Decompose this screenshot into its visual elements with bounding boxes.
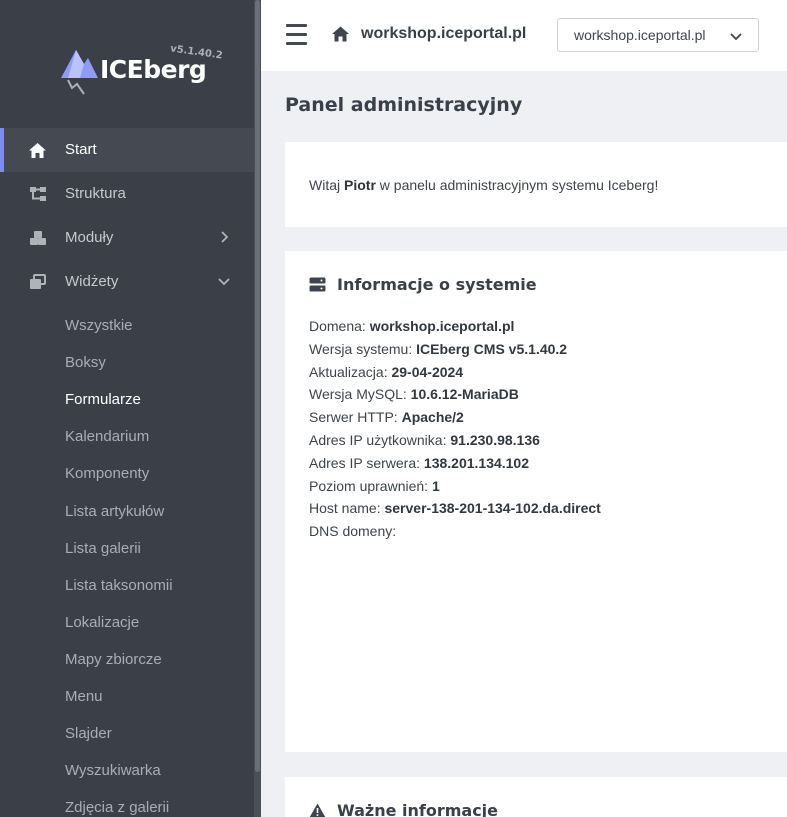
site-select-value: workshop.iceportal.pl: [574, 27, 706, 43]
submenu-item-menu[interactable]: Menu: [0, 678, 254, 715]
submenu-item-zdjecia-z-galerii[interactable]: Zdjęcia z galerii: [0, 789, 254, 817]
sidebar-scrollbar[interactable]: [254, 0, 261, 817]
welcome-message: Witaj Piotr w panelu administracyjnym sy…: [309, 177, 659, 193]
sidebar-item-start[interactable]: Start: [0, 128, 254, 172]
page-title: Panel administracyjny: [285, 94, 523, 116]
submenu-item-wyszukiwarka[interactable]: Wyszukiwarka: [0, 752, 254, 789]
submenu-item-komponenty[interactable]: Komponenty: [0, 455, 254, 492]
sidebar-item-label: Struktura: [65, 185, 126, 202]
info-row-aktualizacja: Aktualizacja: 29-04-2024: [309, 363, 464, 380]
submenu-item-kalendarium[interactable]: Kalendarium: [0, 418, 254, 455]
welcome-card: Witaj Piotr w panelu administracyjnym sy…: [285, 142, 787, 227]
site-name[interactable]: workshop.iceportal.pl: [361, 25, 526, 43]
sidebar-item-label: Widżety: [65, 273, 119, 290]
sitemap-icon: [28, 185, 47, 203]
info-row-poziom-uprawnien: Poziom uprawnień: 1: [309, 477, 440, 494]
sidebar-item-widzety[interactable]: Widżety: [0, 260, 254, 304]
top-header: workshop.iceportal.pl workshop.iceportal…: [261, 0, 787, 71]
site-select-dropdown[interactable]: workshop.iceportal.pl: [557, 18, 759, 52]
warning-icon: [309, 803, 326, 817]
submenu-item-lista-galerii[interactable]: Lista galerii: [0, 530, 254, 567]
important-info-title: Ważne informacje: [337, 801, 499, 817]
sidebar-item-label: Start: [65, 141, 97, 158]
system-info-title: Informacje o systemie: [337, 275, 537, 294]
sidebar-scrollbar-thumb[interactable]: [255, 0, 260, 772]
sidebar-menu: Start Struktura Moduły Widżety Wszystkie…: [0, 128, 254, 817]
info-row-wersja-systemu: Wersja systemu: ICEberg CMS v5.1.40.2: [309, 340, 568, 357]
chevron-down-icon: [730, 33, 742, 41]
widgets-submenu: Wszystkie Boksy Formularze Kalendarium K…: [0, 304, 254, 817]
important-info-heading: Ważne informacje: [309, 801, 498, 817]
home-icon[interactable]: [331, 25, 350, 43]
welcome-user: Piotr: [344, 177, 376, 193]
windows-icon: [28, 273, 47, 291]
info-row-wersja-mysql: Wersja MySQL: 10.6.12-MariaDB: [309, 386, 519, 403]
iceberg-logo-icon: [61, 50, 98, 95]
system-info-list: Domena: workshop.iceportal.pl Wersja sys…: [309, 317, 601, 545]
important-info-card: Ważne informacje: [285, 777, 787, 817]
info-row-domena: Domena: workshop.iceportal.pl: [309, 318, 515, 334]
submenu-item-lokalizacje[interactable]: Lokalizacje: [0, 604, 254, 641]
submenu-item-formularze[interactable]: Formularze: [0, 381, 254, 418]
info-row-ip-uzytkownika: Adres IP użytkownika: 91.230.98.136: [309, 431, 540, 448]
hamburger-menu-icon[interactable]: [286, 24, 307, 45]
sidebar-item-label: Moduły: [65, 229, 114, 246]
chevron-down-icon: [218, 278, 230, 286]
logo[interactable]: ICEberg v5.1.40.2: [58, 40, 228, 100]
system-info-card: Informacje o systemie Domena: workshop.i…: [285, 251, 787, 752]
cubes-icon: [28, 229, 47, 247]
submenu-item-lista-artykulow[interactable]: Lista artykułów: [0, 492, 254, 529]
submenu-item-wszystkie[interactable]: Wszystkie: [0, 307, 254, 344]
home-icon: [28, 141, 47, 159]
brand-name: ICEberg: [100, 55, 207, 84]
submenu-item-lista-taksonomii[interactable]: Lista taksonomii: [0, 567, 254, 604]
submenu-item-mapy-zbiorcze[interactable]: Mapy zbiorcze: [0, 641, 254, 678]
info-row-ip-serwera: Adres IP serwera: 138.201.134.102: [309, 454, 530, 471]
submenu-item-boksy[interactable]: Boksy: [0, 344, 254, 381]
server-icon: [309, 277, 326, 292]
info-row-serwer-http: Serwer HTTP: Apache/2: [309, 409, 464, 426]
chevron-right-icon: [221, 231, 229, 243]
info-row-dns-domeny: DNS domeny:: [309, 523, 397, 540]
sidebar-item-moduly[interactable]: Moduły: [0, 216, 254, 260]
submenu-item-slajder[interactable]: Slajder: [0, 715, 254, 752]
info-row-host-name: Host name: server-138-201-134-102.da.dir…: [309, 500, 601, 517]
system-info-heading: Informacje o systemie: [309, 275, 537, 294]
sidebar: ICEberg v5.1.40.2 Start Struktura Moduły: [0, 0, 261, 817]
sidebar-item-struktura[interactable]: Struktura: [0, 172, 254, 216]
